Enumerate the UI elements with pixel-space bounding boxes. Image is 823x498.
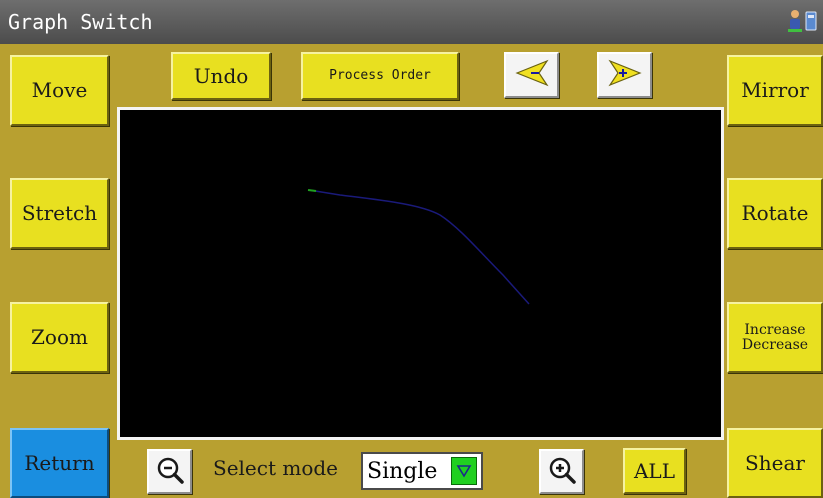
zoom-label: Zoom	[31, 325, 88, 349]
pattern-start-marker	[307, 189, 317, 192]
window-title: Graph Switch	[8, 10, 153, 34]
previous-button[interactable]	[504, 52, 559, 98]
dropdown-triangle-icon[interactable]	[451, 457, 477, 485]
pattern-graph	[307, 189, 530, 305]
next-button[interactable]	[597, 52, 652, 98]
decrease-label: Decrease	[741, 336, 809, 353]
pattern-canvas[interactable]	[117, 107, 724, 440]
shear-button[interactable]: Shear	[727, 428, 823, 498]
return-label: Return	[24, 450, 95, 475]
zoom-button[interactable]: Zoom	[10, 302, 109, 373]
stretch-button[interactable]: Stretch	[10, 178, 109, 249]
mirror-button[interactable]: Mirror	[727, 55, 823, 126]
arrow-left-minus-icon	[514, 59, 549, 91]
system-tray	[788, 9, 817, 37]
storage-icon[interactable]	[805, 9, 817, 37]
undo-button[interactable]: Undo	[171, 52, 271, 100]
process-order-button[interactable]: Process Order	[301, 52, 459, 100]
select-mode-label: Select mode	[213, 456, 339, 480]
move-label: Move	[31, 78, 88, 102]
increase-decrease-button[interactable]: Increase Decrease	[727, 302, 823, 373]
arrow-right-plus-icon	[607, 59, 642, 91]
rotate-label: Rotate	[741, 201, 809, 225]
mirror-label: Mirror	[741, 78, 809, 102]
return-button[interactable]: Return	[10, 428, 109, 498]
shear-label: Shear	[745, 450, 805, 475]
select-all-button[interactable]: ALL	[623, 448, 686, 494]
select-mode-dropdown[interactable]: Single	[361, 452, 483, 490]
zoom-out-button[interactable]	[147, 449, 192, 494]
select-mode-value: Single	[367, 458, 438, 484]
zoom-in-button[interactable]	[539, 449, 584, 494]
move-button[interactable]: Move	[10, 55, 109, 126]
title-bar: Graph Switch	[0, 0, 823, 44]
increase-label: Increase	[744, 321, 806, 338]
zoom-out-icon	[155, 455, 185, 489]
all-label: ALL	[633, 458, 675, 483]
stretch-label: Stretch	[21, 201, 98, 225]
user-network-icon[interactable]	[788, 9, 802, 37]
rotate-button[interactable]: Rotate	[727, 178, 823, 249]
zoom-in-icon	[547, 455, 577, 489]
pattern-line	[308, 189, 530, 305]
undo-label: Undo	[193, 63, 249, 88]
process-order-label: Process Order	[329, 68, 431, 84]
